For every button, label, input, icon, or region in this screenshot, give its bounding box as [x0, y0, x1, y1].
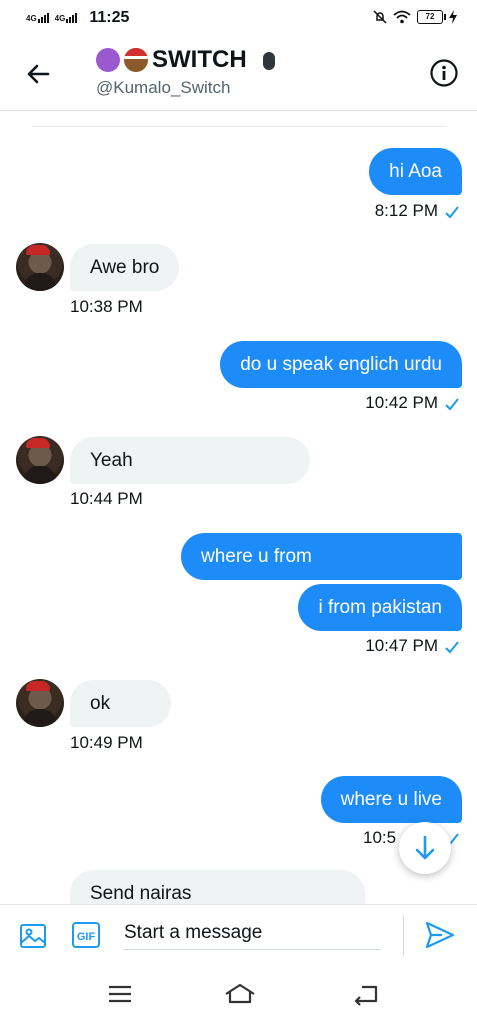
arrow-down-icon [415, 835, 435, 860]
received-message[interactable]: Yeah [70, 437, 310, 484]
sent-message[interactable]: i from pakistan [298, 584, 462, 631]
gif-button[interactable]: GIF [72, 922, 100, 948]
received-message[interactable]: Send nairas [70, 870, 365, 904]
check-icon [445, 206, 459, 219]
message-input[interactable] [124, 917, 380, 950]
message-timestamp: 10:5 [363, 828, 397, 847]
purple-circle-icon [96, 48, 120, 72]
avatar[interactable] [16, 679, 64, 727]
message-timestamp: 8:12 PM [374, 201, 438, 220]
send-icon[interactable] [424, 919, 456, 951]
message-timestamp: 10:44 PM [70, 489, 143, 508]
sent-message[interactable]: do u speak englich urdu [220, 341, 462, 388]
signal-icon: 4G [26, 13, 49, 23]
sent-message[interactable]: where u live [320, 776, 462, 823]
charging-icon [449, 10, 457, 24]
message-timestamp: 10:42 PM [365, 393, 438, 412]
info-icon[interactable] [429, 58, 459, 88]
back-icon[interactable] [352, 982, 380, 1006]
battery-icon: 72 [417, 10, 446, 24]
message-composer: GIF [0, 904, 477, 965]
santa-icon [124, 48, 148, 72]
sent-message[interactable]: where u from [181, 533, 462, 580]
avatar[interactable] [16, 243, 64, 291]
home-icon[interactable] [224, 982, 256, 1006]
message-timestamp: 10:49 PM [70, 733, 143, 752]
status-right: 72 [373, 10, 457, 24]
display-name: SWITCH [152, 46, 247, 73]
mute-icon [373, 10, 387, 24]
status-left: 4G 4G 11:25 [26, 9, 129, 27]
status-time: 11:25 [89, 9, 130, 26]
chat-header: SWITCH @Kumalo_Switch [0, 38, 477, 111]
status-bar: 4G 4G 11:25 72 [0, 0, 477, 38]
system-navigation-bar [0, 964, 477, 1024]
divider [32, 126, 446, 127]
wifi-icon [393, 10, 411, 24]
menu-icon[interactable] [106, 982, 134, 1006]
message-timestamp: 10:47 PM [365, 636, 438, 655]
check-icon [445, 641, 459, 654]
check-icon [445, 398, 459, 411]
received-message[interactable]: Awe bro [70, 244, 180, 291]
signal-icon: 4G [55, 13, 78, 23]
divider [403, 915, 404, 955]
image-icon[interactable] [18, 921, 48, 951]
avatar[interactable] [16, 436, 64, 484]
scroll-to-bottom-button[interactable] [399, 822, 451, 874]
received-message[interactable]: ok [70, 680, 171, 727]
message-timestamp: 10:38 PM [70, 297, 143, 316]
user-handle[interactable]: @Kumalo_Switch [96, 78, 230, 98]
sent-message[interactable]: hi Aoa [369, 148, 462, 195]
microphone-icon [262, 52, 275, 70]
conversation-title[interactable]: SWITCH [96, 46, 275, 74]
arrow-left-icon[interactable] [22, 58, 54, 90]
